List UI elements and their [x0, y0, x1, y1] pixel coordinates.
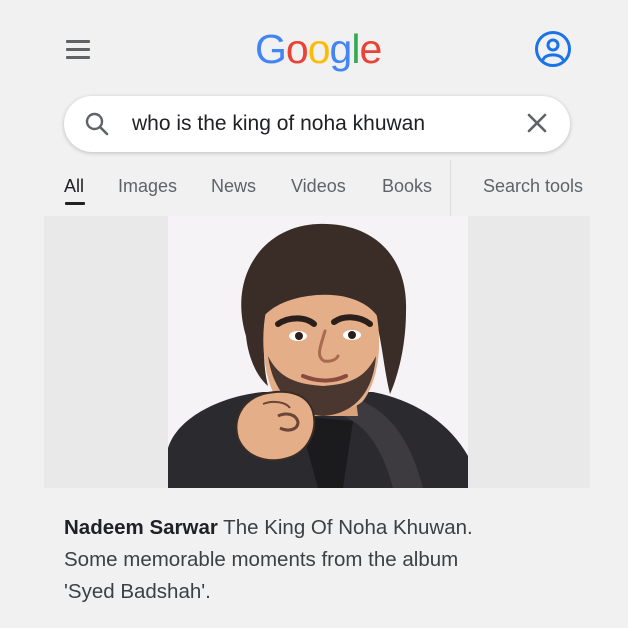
logo-letter: e [359, 26, 382, 72]
tab-books[interactable]: Books [382, 176, 432, 197]
search-tabs: All Images News Videos Books Search tool… [0, 162, 628, 214]
hamburger-menu-icon[interactable] [66, 40, 90, 60]
logo-letter: o [285, 26, 309, 72]
tabs-divider [450, 160, 451, 216]
search-input[interactable]: who is the king of noha khuwan [132, 112, 425, 136]
cartoon-portrait [168, 216, 468, 488]
top-bar: Google [0, 0, 628, 90]
result-caption-line2: Some memorable moments from the album [64, 548, 459, 571]
result-caption-line3: 'Syed Badshah'. [64, 580, 211, 603]
logo-letter: G [255, 26, 287, 72]
result-image[interactable] [168, 216, 468, 488]
search-box[interactable]: who is the king of noha khuwan [64, 96, 570, 152]
close-icon[interactable] [524, 110, 550, 136]
tab-images[interactable]: Images [118, 176, 177, 197]
tab-news[interactable]: News [211, 176, 256, 197]
google-logo[interactable]: Google [255, 26, 382, 73]
tab-videos[interactable]: Videos [291, 176, 346, 197]
active-tab-indicator [65, 202, 85, 205]
logo-letter: g [329, 26, 353, 72]
account-circle-icon[interactable] [534, 30, 572, 68]
search-icon[interactable] [84, 111, 110, 137]
tab-all[interactable]: All [64, 176, 84, 197]
result-caption: Nadeem Sarwar The King Of Noha Khuwan. S… [64, 512, 584, 608]
logo-letter: o [307, 26, 331, 72]
result-name[interactable]: Nadeem Sarwar [64, 516, 218, 539]
tab-search-tools[interactable]: Search tools [483, 176, 583, 197]
result-caption-line1: The King Of Noha Khuwan. [217, 516, 473, 539]
